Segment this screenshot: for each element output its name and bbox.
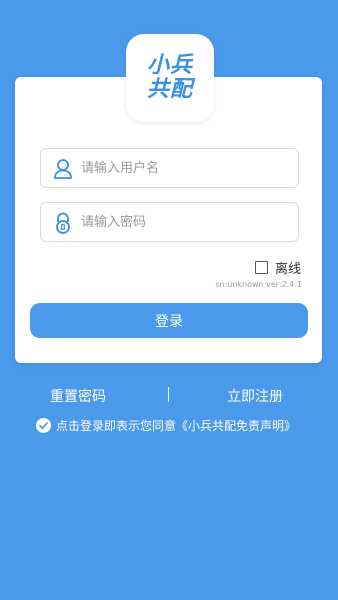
user-icon	[53, 158, 73, 180]
username-field[interactable]	[40, 148, 299, 188]
app-logo: 小兵 共配	[126, 34, 214, 122]
logo-text-line1: 小兵	[146, 53, 193, 78]
password-input[interactable]	[81, 203, 291, 241]
username-input[interactable]	[81, 149, 291, 187]
version-text: sn:unknown ver:2.4.1	[215, 280, 302, 289]
offline-toggle[interactable]: 离线	[255, 259, 302, 277]
lock-icon	[53, 212, 73, 234]
agreement-text: 点击登录即表示您同意《小兵共配免责声明》	[56, 419, 297, 433]
agreement-row[interactable]: 点击登录即表示您同意《小兵共配免责声明》	[36, 417, 296, 434]
logo-text-line2: 共配	[146, 77, 193, 102]
link-divider	[168, 387, 169, 402]
login-button[interactable]: 登录	[30, 303, 308, 338]
offline-checkbox[interactable]	[255, 260, 268, 274]
check-circle-icon[interactable]	[36, 418, 51, 433]
register-link[interactable]: 立即注册	[227, 386, 283, 406]
password-field[interactable]	[40, 202, 299, 242]
reset-password-link[interactable]: 重置密码	[50, 386, 106, 406]
offline-label: 离线	[275, 261, 302, 277]
